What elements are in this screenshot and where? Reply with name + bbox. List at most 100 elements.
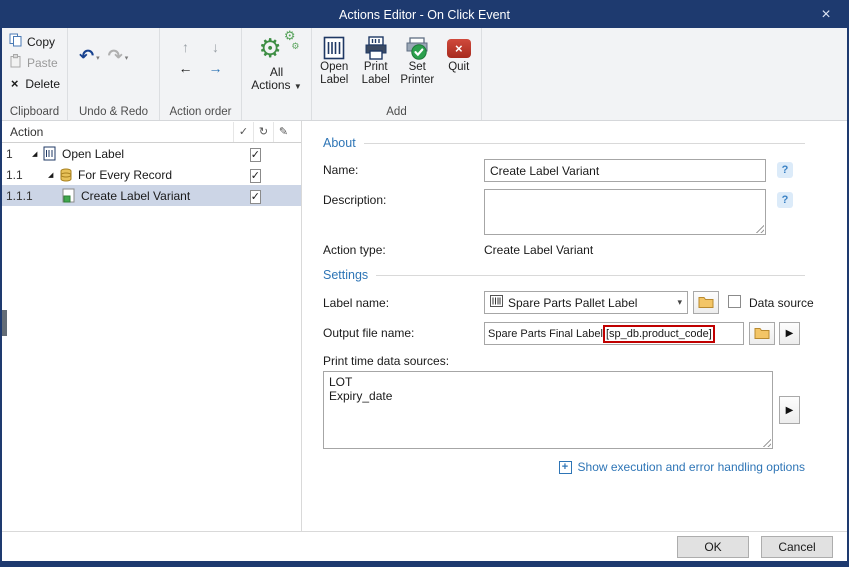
ribbon-filler bbox=[482, 28, 847, 120]
actions-editor-dialog: Actions Editor - On Click Event × Copy P… bbox=[0, 0, 849, 567]
chevron-down-icon: ▾ bbox=[677, 297, 682, 307]
edit-column-icon: ✎ bbox=[273, 121, 293, 142]
delete-button[interactable]: × Delete bbox=[5, 73, 64, 94]
show-execution-options-label: Show execution and error handling option… bbox=[577, 460, 805, 474]
condition-column-icon: ↻ bbox=[253, 121, 273, 142]
name-label: Name: bbox=[323, 163, 359, 177]
copy-icon bbox=[9, 33, 22, 50]
print-time-data-sources-label: Print time data sources: bbox=[323, 354, 450, 368]
gears-icon: ⚙ ⚙ ⚙ bbox=[258, 28, 300, 63]
resize-grip-icon[interactable] bbox=[762, 438, 771, 447]
window-title: Actions Editor - On Click Event bbox=[339, 8, 510, 22]
tree-row-create-label-variant[interactable]: 1.1.1 Create Label Variant ✓ bbox=[2, 185, 301, 206]
folder-icon bbox=[698, 295, 714, 311]
open-label-button[interactable]: Open Label bbox=[315, 33, 354, 86]
print-time-data-sources-input[interactable]: LOT Expiry_date bbox=[323, 371, 773, 449]
tree-row-open-label[interactable]: 1 ◢ Open Label ✓ bbox=[2, 143, 301, 164]
action-type-value: Create Label Variant bbox=[484, 243, 594, 257]
row-checkbox[interactable]: ✓ bbox=[249, 189, 261, 204]
description-help-icon[interactable]: ? bbox=[777, 192, 793, 208]
data-source-label: Data source bbox=[749, 296, 814, 310]
action-type-label: Action type: bbox=[323, 243, 386, 257]
output-file-name-input[interactable]: Spare Parts Final Label [sp_db.product_co… bbox=[484, 322, 744, 345]
print-label-icon bbox=[364, 35, 388, 61]
paste-icon bbox=[9, 54, 22, 71]
quit-button[interactable]: × Quit bbox=[440, 33, 479, 86]
action-properties-panel: About Name: ? Description: ? Action type… bbox=[302, 121, 847, 531]
action-order-group-label: Action order bbox=[169, 106, 232, 118]
title-bar: Actions Editor - On Click Event × bbox=[2, 2, 847, 28]
close-icon[interactable]: × bbox=[805, 2, 847, 28]
tree-row-for-every-record[interactable]: 1.1 ◢ For Every Record ✓ bbox=[2, 164, 301, 185]
action-column-header: Action bbox=[10, 124, 44, 139]
data-source-checkbox[interactable] bbox=[728, 295, 741, 308]
database-icon bbox=[59, 168, 76, 182]
move-down-icon[interactable]: ↓ bbox=[212, 40, 219, 54]
set-printer-button[interactable]: Set Printer bbox=[398, 33, 437, 86]
show-execution-options-link[interactable]: + Show execution and error handling opti… bbox=[558, 460, 805, 474]
dialog-footer: OK Cancel bbox=[2, 531, 847, 561]
all-actions-button[interactable]: ⚙ ⚙ ⚙ All Actions ▼ bbox=[242, 28, 312, 120]
label-name-value: Spare Parts Pallet Label bbox=[508, 295, 638, 310]
ribbon-toolbar: Copy Paste × Delete Clipboard ↶ ▾ ↷ ▾ Un… bbox=[2, 28, 847, 121]
row-checkbox[interactable]: ✓ bbox=[249, 168, 261, 183]
action-tree-panel: Action ✓ ↻ ✎ 1 ◢ Open Label ✓ 1.1 ◢ For … bbox=[2, 121, 302, 531]
action-order-group: ↑ ↓ ← → Action order bbox=[160, 28, 242, 120]
add-group-label: Add bbox=[386, 106, 407, 118]
open-label-icon bbox=[323, 35, 345, 61]
undo-icon[interactable]: ↶ bbox=[79, 46, 94, 66]
copy-button[interactable]: Copy bbox=[5, 31, 64, 52]
add-group: Open Label Print Label Set Printer × Qui… bbox=[312, 28, 482, 120]
browse-output-button[interactable] bbox=[749, 322, 775, 345]
create-label-variant-icon bbox=[62, 188, 79, 203]
row-checkbox[interactable]: ✓ bbox=[249, 147, 261, 162]
browse-label-button[interactable] bbox=[693, 291, 719, 314]
scrollbar-thumb[interactable] bbox=[2, 310, 7, 336]
folder-icon bbox=[754, 326, 770, 342]
name-help-icon[interactable]: ? bbox=[777, 162, 793, 178]
name-input[interactable] bbox=[484, 159, 766, 182]
delete-icon: × bbox=[10, 76, 19, 91]
delete-label: Delete bbox=[25, 76, 60, 91]
redo-dropdown-icon[interactable]: ▾ bbox=[125, 54, 129, 62]
enabled-column-icon: ✓ bbox=[233, 121, 253, 142]
undo-dropdown-icon[interactable]: ▾ bbox=[96, 54, 100, 62]
ok-button[interactable]: OK bbox=[677, 536, 749, 558]
output-data-source-button[interactable]: ▶ bbox=[779, 322, 800, 345]
settings-section-header: Settings bbox=[323, 268, 805, 282]
output-file-name-label: Output file name: bbox=[323, 326, 415, 340]
clipboard-group-label: Clipboard bbox=[9, 106, 60, 118]
tree-column-header: Action ✓ ↻ ✎ bbox=[2, 121, 301, 143]
expand-plus-icon: + bbox=[558, 460, 572, 474]
about-section-header: About bbox=[323, 136, 805, 150]
redo-icon[interactable]: ↷ bbox=[108, 46, 123, 66]
quit-icon: × bbox=[446, 38, 471, 58]
open-label-tree-icon bbox=[43, 146, 60, 161]
cancel-button[interactable]: Cancel bbox=[761, 536, 833, 558]
description-label: Description: bbox=[323, 193, 387, 207]
clipboard-group: Copy Paste × Delete Clipboard bbox=[2, 28, 68, 120]
all-actions-dropdown-icon: ▼ bbox=[293, 82, 302, 91]
expander-icon[interactable]: ◢ bbox=[32, 150, 43, 158]
print-time-data-source-button[interactable]: ▶ bbox=[779, 396, 800, 424]
output-file-name-text: Spare Parts Final Label bbox=[488, 327, 603, 340]
undo-redo-group-label: Undo & Redo bbox=[78, 106, 149, 118]
label-name-select[interactable]: Spare Parts Pallet Label ▾ bbox=[484, 291, 688, 314]
expander-icon[interactable]: ◢ bbox=[48, 171, 59, 179]
copy-label: Copy bbox=[27, 34, 56, 49]
paste-label: Paste bbox=[27, 55, 58, 70]
annotation-highlight: [sp_db.product_code] bbox=[602, 324, 715, 343]
move-left-icon[interactable]: ← bbox=[179, 61, 193, 75]
description-input[interactable] bbox=[484, 189, 766, 235]
move-up-icon[interactable]: ↑ bbox=[182, 40, 189, 54]
resize-grip-icon[interactable] bbox=[755, 224, 764, 233]
all-actions-label-line2: Actions bbox=[251, 78, 291, 92]
label-name-label: Label name: bbox=[323, 296, 390, 310]
move-right-icon[interactable]: → bbox=[209, 61, 223, 75]
play-icon: ▶ bbox=[785, 328, 794, 339]
set-printer-icon bbox=[405, 35, 429, 61]
paste-button[interactable]: Paste bbox=[5, 52, 64, 73]
undo-redo-group: ↶ ▾ ↷ ▾ Undo & Redo bbox=[68, 28, 160, 120]
barcode-icon bbox=[490, 295, 503, 310]
print-label-button[interactable]: Print Label bbox=[357, 33, 396, 86]
